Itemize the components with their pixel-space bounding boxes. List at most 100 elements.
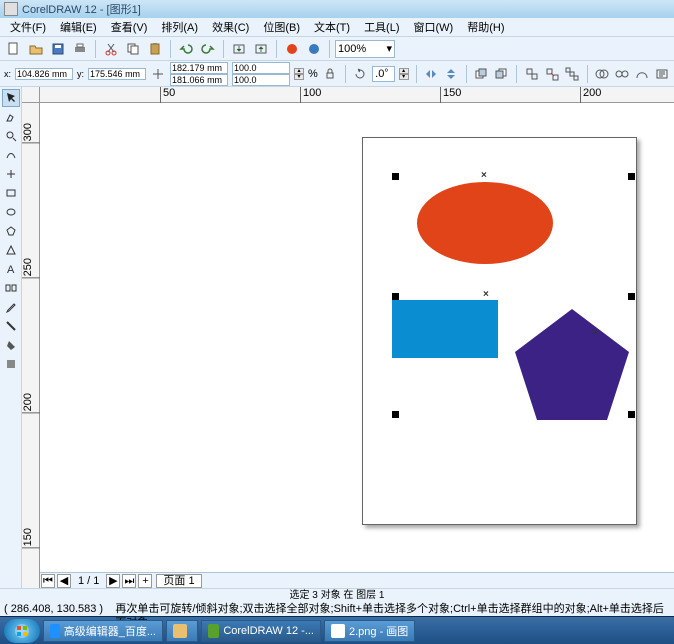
prev-page-button[interactable]: ◀ (57, 574, 71, 588)
selection-handle[interactable] (628, 411, 635, 418)
mirror-v-icon[interactable] (443, 64, 459, 84)
selection-handle[interactable] (628, 173, 635, 180)
add-page-button[interactable]: + (138, 574, 152, 588)
combine-icon[interactable] (594, 64, 610, 84)
selection-handle[interactable] (628, 293, 635, 300)
canvas-area[interactable]: 50 100 150 200 300 250 200 150 × × × ⏮ (22, 87, 674, 588)
menu-help[interactable]: 帮助(H) (461, 19, 510, 35)
next-page-button[interactable]: ▶ (106, 574, 120, 588)
selection-handle[interactable] (392, 411, 399, 418)
selection-center-mark: × (481, 170, 487, 181)
taskbar-item-ie[interactable]: 高级编辑器_百度... (43, 620, 163, 642)
workspace: A 50 100 150 200 300 250 200 150 (0, 86, 674, 588)
window-title: CorelDRAW 12 - [图形1] (22, 1, 141, 17)
eyedropper-icon[interactable] (2, 298, 20, 316)
page-tab[interactable]: 页面 1 (156, 574, 201, 588)
menu-edit[interactable]: 编辑(E) (54, 19, 103, 35)
menu-arrange[interactable]: 排列(A) (155, 19, 204, 35)
save-icon[interactable] (48, 39, 68, 59)
ungroup-icon[interactable] (544, 64, 560, 84)
blend-tool-icon[interactable] (2, 279, 20, 297)
import-icon[interactable] (229, 39, 249, 59)
paste-icon[interactable] (145, 39, 165, 59)
outline-tool-icon[interactable] (2, 317, 20, 335)
selection-center-mark: × (592, 327, 598, 338)
new-icon[interactable] (4, 39, 24, 59)
menu-bitmap[interactable]: 位图(B) (257, 19, 306, 35)
status-bar: ( 286.408, 130.583 ) 再次单击可旋转/倾斜对象;双击选择全部… (0, 602, 674, 616)
lock-ratio-icon[interactable] (322, 64, 338, 84)
horizontal-ruler[interactable]: 50 100 150 200 (40, 87, 674, 103)
menu-tools[interactable]: 工具(L) (358, 19, 405, 35)
to-back-icon[interactable] (493, 64, 509, 84)
cut-icon[interactable] (101, 39, 121, 59)
start-button[interactable] (4, 619, 40, 643)
menu-view[interactable]: 查看(V) (105, 19, 154, 35)
menu-bar: 文件(F) 编辑(E) 查看(V) 排列(A) 效果(C) 位图(B) 文本(T… (0, 18, 674, 36)
last-page-button[interactable]: ⏭ (122, 574, 136, 588)
windows-taskbar: 高级编辑器_百度... CorelDRAW 12 -... 2.png - 画图 (0, 616, 674, 644)
text-tool-icon[interactable]: A (2, 260, 20, 278)
ellipse-tool-icon[interactable] (2, 203, 20, 221)
to-front-icon[interactable] (473, 64, 489, 84)
folder-icon (173, 624, 187, 638)
taskbar-item-explorer[interactable] (166, 620, 198, 642)
title-bar: CorelDRAW 12 - [图形1] (0, 0, 674, 18)
convert-curves-icon[interactable] (634, 64, 650, 84)
app-icon (4, 2, 18, 16)
x-position-field[interactable] (15, 68, 73, 80)
vertical-ruler[interactable]: 300 250 200 150 (22, 103, 40, 588)
smart-draw-icon[interactable] (2, 165, 20, 183)
polygon-tool-icon[interactable] (2, 222, 20, 240)
corel-online-icon[interactable] (304, 39, 324, 59)
fill-tool-icon[interactable] (2, 336, 20, 354)
width-field[interactable] (170, 62, 228, 74)
y-position-field[interactable] (88, 68, 146, 80)
rectangle-object[interactable] (392, 300, 498, 358)
windows-logo-icon (14, 623, 30, 639)
break-apart-icon[interactable] (614, 64, 630, 84)
undo-icon[interactable] (176, 39, 196, 59)
rectangle-tool-icon[interactable] (2, 184, 20, 202)
svg-text:A: A (7, 264, 15, 275)
pick-tool-icon[interactable] (2, 89, 20, 107)
redo-icon[interactable] (198, 39, 218, 59)
taskbar-item-coreldraw[interactable]: CorelDRAW 12 -... (201, 620, 321, 642)
first-page-button[interactable]: ⏮ (41, 574, 55, 588)
standard-toolbar: 100% ▾ (0, 36, 674, 60)
taskbar-item-paint[interactable]: 2.png - 画图 (324, 620, 415, 642)
zoom-level-combo[interactable]: 100% ▾ (335, 40, 395, 58)
mirror-h-icon[interactable] (423, 64, 439, 84)
interactive-fill-icon[interactable] (2, 355, 20, 373)
ellipse-object[interactable] (417, 182, 553, 264)
app-launcher-icon[interactable] (282, 39, 302, 59)
zoom-tool-icon[interactable] (2, 127, 20, 145)
wrap-paragraph-icon[interactable] (654, 64, 670, 84)
group-icon[interactable] (524, 64, 540, 84)
basic-shapes-icon[interactable] (2, 241, 20, 259)
menu-file[interactable]: 文件(F) (4, 19, 52, 35)
selection-handle[interactable] (392, 293, 399, 300)
selection-handle[interactable] (392, 173, 399, 180)
y-label: y: (77, 69, 84, 79)
export-icon[interactable] (251, 39, 271, 59)
pentagon-object[interactable] (512, 309, 632, 423)
scale-spin[interactable]: ▴▾ (294, 68, 304, 80)
menu-effects[interactable]: 效果(C) (206, 19, 255, 35)
ruler-origin[interactable] (22, 87, 40, 103)
scale-x-field[interactable] (232, 62, 290, 74)
copy-icon[interactable] (123, 39, 143, 59)
menu-text[interactable]: 文本(T) (308, 19, 356, 35)
toolbox: A (0, 87, 22, 588)
menu-window[interactable]: 窗口(W) (408, 19, 460, 35)
print-icon[interactable] (70, 39, 90, 59)
rotation-spin[interactable]: ▴▾ (399, 68, 409, 80)
rotation-field[interactable]: .0° (372, 66, 394, 82)
shape-tool-icon[interactable] (2, 108, 20, 126)
freehand-tool-icon[interactable] (2, 146, 20, 164)
height-field[interactable] (170, 74, 228, 86)
open-icon[interactable] (26, 39, 46, 59)
ungroup-all-icon[interactable] (564, 64, 580, 84)
page-navigator: ⏮ ◀ 1 / 1 ▶ ⏭ + 页面 1 (40, 572, 674, 588)
scale-y-field[interactable] (232, 74, 290, 86)
